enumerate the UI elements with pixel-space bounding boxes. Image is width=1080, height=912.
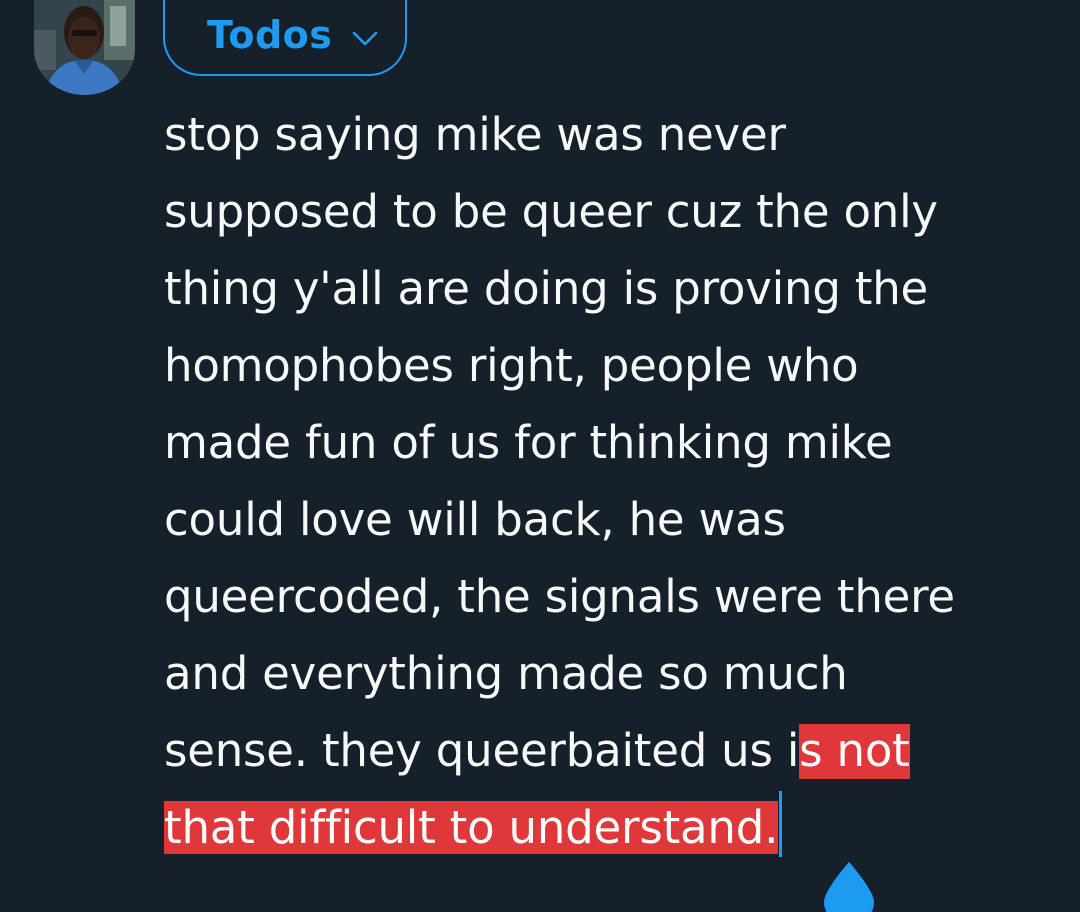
audience-label: Todos [207, 13, 333, 57]
compose-text-line-with-selection: sense. they queerbaited us is not [164, 712, 1064, 789]
compose-text-line: queercoded, the signals were there [164, 570, 955, 623]
compose-text-area[interactable]: stop saying mike was never supposed to b… [164, 96, 1064, 866]
selection-handle-icon[interactable] [820, 860, 878, 912]
audience-selector-button[interactable]: Todos [163, 0, 407, 76]
text-cursor [779, 791, 783, 857]
compose-text-line: homophobes right, people who [164, 339, 859, 392]
compose-text-line: stop saying mike was never [164, 108, 786, 161]
compose-text-line: supposed to be queer cuz the only [164, 185, 938, 238]
selected-text[interactable]: s not [799, 724, 910, 779]
selected-text[interactable]: that difficult to understand. [164, 801, 778, 854]
compose-text-line: made fun of us for thinking mike [164, 416, 893, 469]
compose-text-line: could love will back, he was [164, 493, 786, 546]
compose-text-line: thing y'all are doing is proving the [164, 262, 929, 315]
user-avatar[interactable] [34, 0, 135, 95]
unselected-text: sense. they queerbaited us i [164, 724, 800, 777]
compose-text-line: and everything made so much [164, 647, 848, 700]
compose-text-line-selected: that difficult to understand. [164, 789, 1064, 866]
chevron-down-icon [353, 31, 378, 46]
